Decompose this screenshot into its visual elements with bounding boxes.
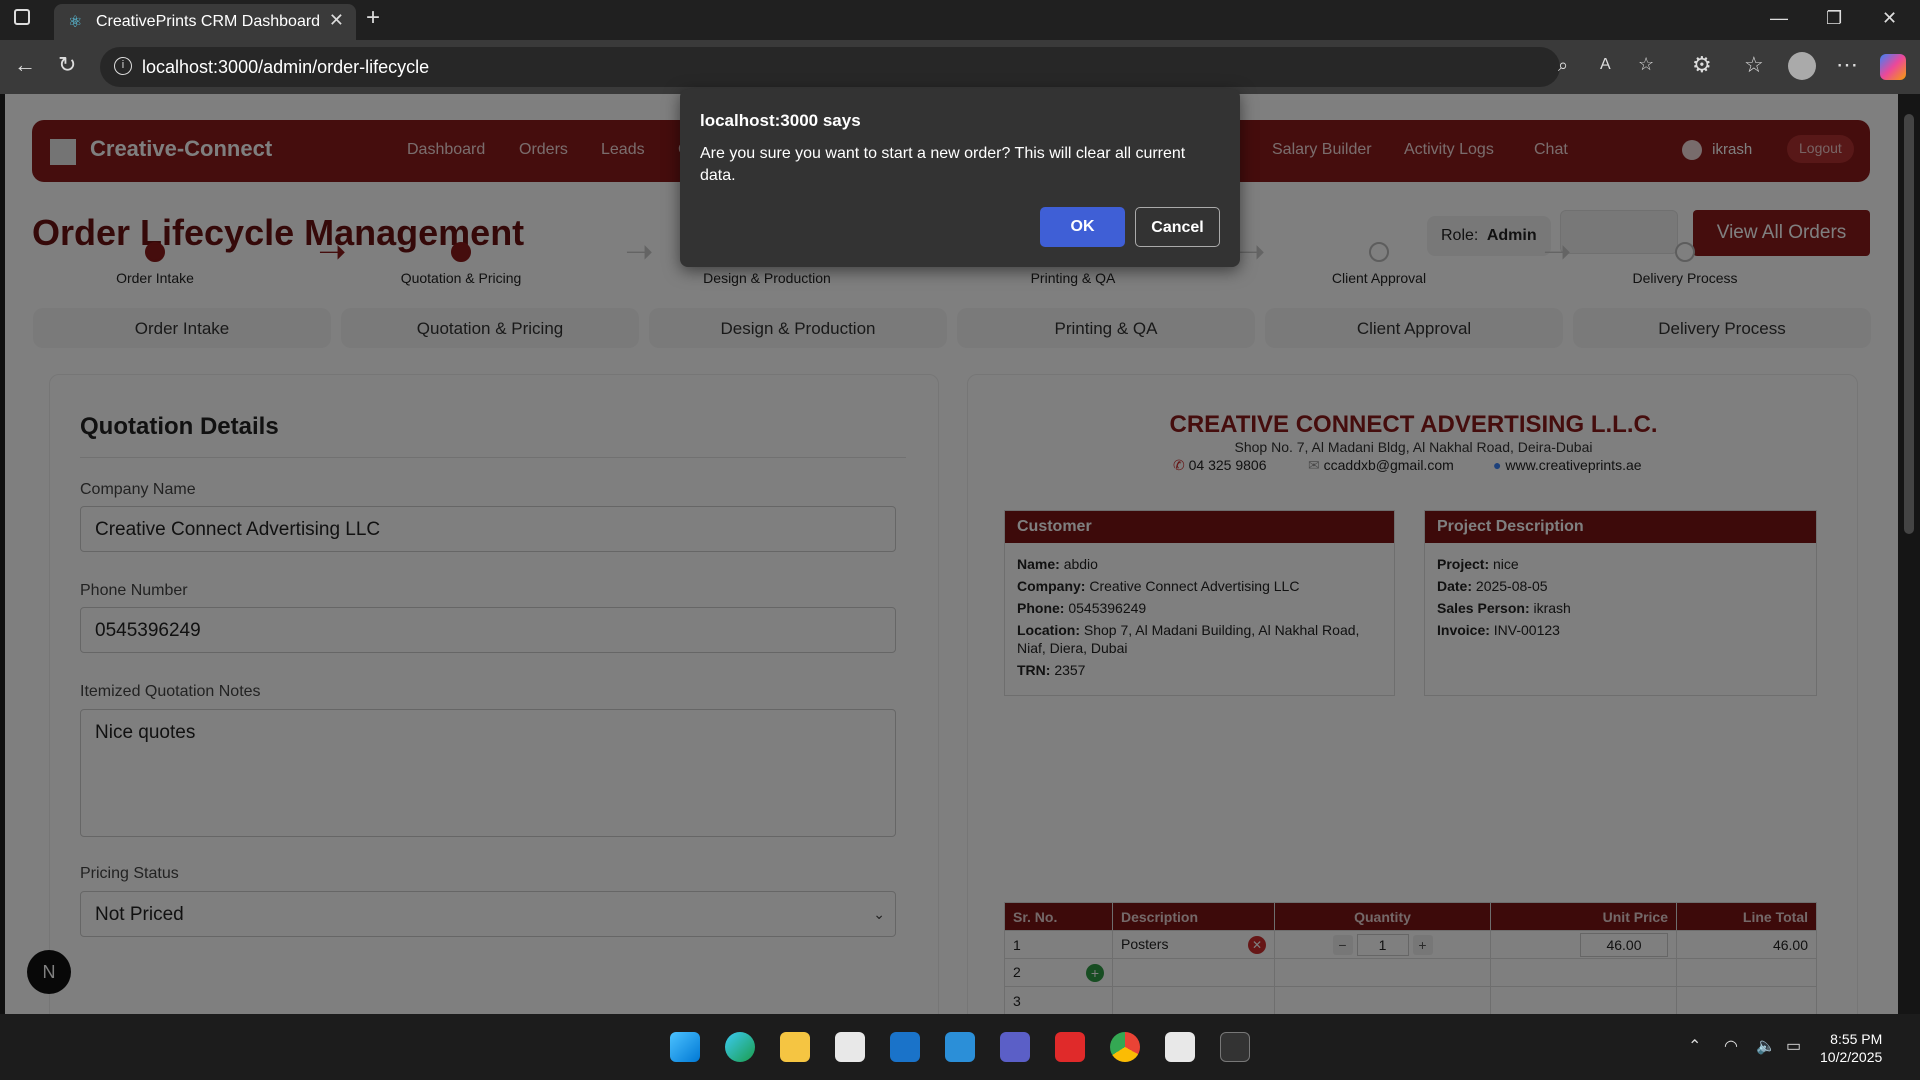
reload-icon[interactable]: ↻ <box>58 52 76 78</box>
url-input[interactable]: i localhost:3000/admin/order-lifecycle ⌕… <box>100 47 1654 87</box>
close-window-icon[interactable]: ✕ <box>1882 8 1897 29</box>
zoom-icon[interactable]: ⌕ <box>1558 55 1568 76</box>
close-tab-icon[interactable]: ✕ <box>329 10 344 31</box>
volume-icon[interactable]: 🔈 <box>1756 1036 1776 1056</box>
browser-tab[interactable]: ⚛ CreativePrints CRM Dashboard ✕ <box>54 4 356 40</box>
clock-time: 8:55 PM <box>1830 1031 1883 1047</box>
favorite-star-icon[interactable]: ☆ <box>1638 54 1654 75</box>
file-explorer-icon[interactable] <box>780 1032 810 1062</box>
browser-tab-bar: ⚛ CreativePrints CRM Dashboard ✕ + — ❐ ✕ <box>0 0 1920 40</box>
chrome-icon[interactable] <box>1110 1032 1140 1062</box>
wifi-icon[interactable]: ◠ <box>1724 1036 1738 1056</box>
ok-button[interactable]: OK <box>1040 207 1125 247</box>
clock[interactable]: 8:55 PM 10/2/2025 <box>1820 1030 1882 1066</box>
clock-date: 10/2/2025 <box>1820 1049 1883 1065</box>
back-icon[interactable]: ← <box>14 52 36 78</box>
info-icon[interactable]: i <box>114 57 132 75</box>
minimize-icon[interactable]: — <box>1770 8 1788 29</box>
restore-icon[interactable]: ❐ <box>1826 8 1842 29</box>
terminal-icon[interactable] <box>1220 1032 1250 1062</box>
vscode-icon[interactable] <box>945 1032 975 1062</box>
more-icon[interactable]: ⋯ <box>1836 52 1858 78</box>
teams-icon[interactable] <box>1000 1032 1030 1062</box>
app-icon[interactable] <box>1165 1032 1195 1062</box>
address-bar-row: ← ↻ i localhost:3000/admin/order-lifecyc… <box>0 40 1920 94</box>
outlook-icon[interactable] <box>890 1032 920 1062</box>
cancel-button[interactable]: Cancel <box>1135 207 1220 247</box>
extensions-icon[interactable]: ⚙ <box>1692 52 1712 78</box>
wps-office-icon[interactable] <box>1055 1032 1085 1062</box>
store-icon[interactable] <box>835 1032 865 1062</box>
new-tab-icon[interactable]: + <box>366 4 380 32</box>
url-text: localhost:3000/admin/order-lifecycle <box>142 57 430 77</box>
dialog-title: localhost:3000 says <box>700 111 861 130</box>
tray-chevron-up-icon[interactable]: ⌃ <box>1688 1036 1701 1056</box>
read-aloud-icon[interactable]: A <box>1600 56 1611 74</box>
dialog-message: Are you sure you want to start a new ord… <box>700 145 1186 184</box>
tab-title: CreativePrints CRM Dashboard <box>96 13 321 30</box>
copilot-icon[interactable] <box>1880 54 1906 80</box>
battery-icon[interactable]: ▭ <box>1786 1036 1801 1056</box>
react-icon: ⚛ <box>68 14 83 31</box>
confirm-dialog: localhost:3000 says Are you sure you wan… <box>680 89 1240 267</box>
edge-icon[interactable] <box>725 1032 755 1062</box>
profile-avatar-icon[interactable] <box>1788 52 1816 80</box>
windows-start-icon[interactable] <box>670 1032 700 1062</box>
taskbar: ⌃ ◠ 🔈 ▭ 8:55 PM 10/2/2025 <box>0 1014 1920 1080</box>
favorites-icon[interactable]: ☆ <box>1744 52 1764 78</box>
sidebar-toggle-icon[interactable] <box>14 9 30 25</box>
